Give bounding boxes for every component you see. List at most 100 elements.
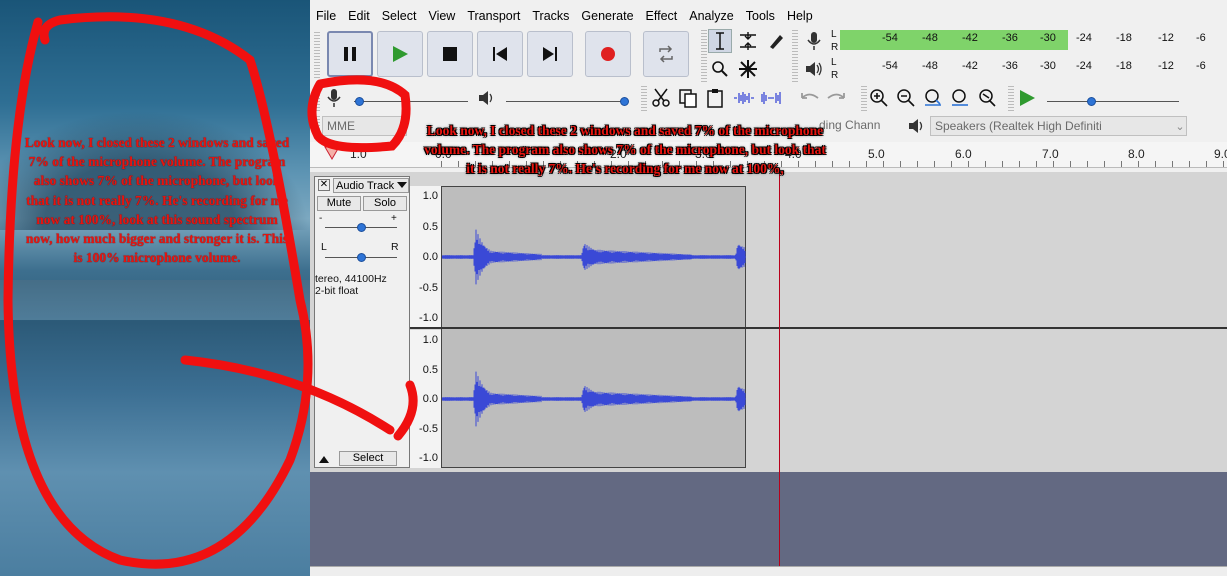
- skip-start-button[interactable]: [477, 31, 523, 77]
- scale-label: -0.5: [419, 422, 438, 435]
- play-button[interactable]: [377, 31, 423, 77]
- speaker-volume-slider-track[interactable]: [506, 101, 626, 102]
- vertical-scale-left-channel[interactable]: 1.0 0.5 0.0 -0.5 -1.0: [410, 186, 442, 328]
- playback-cursor-line[interactable]: [779, 172, 780, 566]
- record-meter-mic-icon[interactable]: [802, 29, 826, 53]
- toolbar-grip[interactable]: [314, 32, 320, 80]
- menu-tools[interactable]: Tools: [740, 6, 781, 28]
- ruler-tick: [1053, 161, 1054, 167]
- pan-right-label: R: [391, 241, 399, 253]
- vertical-scale-right-channel[interactable]: 1.0 0.5 0.0 -0.5 -1.0: [410, 330, 442, 468]
- record-meter-left-label: L: [831, 29, 837, 40]
- meter-tick-label: -54: [882, 60, 898, 72]
- skip-end-button[interactable]: [527, 31, 573, 77]
- device-grip[interactable]: [314, 116, 320, 138]
- copy-icon[interactable]: [676, 86, 700, 110]
- speaker-volume-slider-thumb[interactable]: [620, 97, 629, 106]
- selection-tool-icon[interactable]: [708, 29, 732, 53]
- playback-device-select[interactable]: Speakers (Realtek High Definiti: [930, 116, 1187, 136]
- playback-speed-slider-track[interactable]: [1047, 101, 1179, 102]
- paste-icon[interactable]: [703, 86, 727, 110]
- mixer-grip[interactable]: [314, 86, 320, 112]
- ruler-tick: [1070, 161, 1071, 167]
- scale-label: 1.0: [422, 334, 438, 346]
- empty-track-space[interactable]: [310, 472, 1227, 566]
- menu-help[interactable]: Help: [781, 6, 819, 28]
- undo-icon[interactable]: [798, 86, 822, 110]
- stop-icon: [443, 47, 457, 61]
- loop-icon: [659, 45, 673, 63]
- tools-grip[interactable]: [701, 30, 707, 82]
- ruler-tick: [1155, 161, 1156, 167]
- playback-meter[interactable]: -54 -48 -42 -36 -30 -24 -18 -12 -6: [840, 55, 1227, 79]
- audio-host-select[interactable]: MME: [322, 116, 407, 136]
- play-at-speed-icon[interactable]: [1015, 86, 1039, 110]
- waveform-left-channel[interactable]: [442, 187, 746, 327]
- pause-button[interactable]: [327, 31, 373, 77]
- envelope-tool-icon[interactable]: [736, 29, 760, 53]
- trim-audio-icon[interactable]: [732, 86, 756, 110]
- ruler-tick: [1087, 161, 1088, 167]
- ruler-tick: [1104, 161, 1105, 167]
- scale-label: 0.5: [422, 363, 438, 376]
- menu-transport[interactable]: Transport: [461, 6, 526, 28]
- ruler-label: 9.0: [1214, 147, 1227, 161]
- stop-button[interactable]: [427, 31, 473, 77]
- loop-button[interactable]: [643, 31, 689, 77]
- menu-edit[interactable]: Edit: [342, 6, 376, 28]
- ruler-tick: [849, 161, 850, 167]
- center-annotation-text: Look now, I closed these 2 windows and s…: [424, 123, 826, 176]
- menu-effect[interactable]: Effect: [640, 6, 684, 28]
- ruler-tick: [1206, 161, 1207, 167]
- gain-slider-thumb[interactable]: [357, 223, 366, 232]
- pan-left-label: L: [321, 241, 327, 253]
- menu-select[interactable]: Select: [376, 6, 423, 28]
- pan-slider-thumb[interactable]: [357, 253, 366, 262]
- playback-speed-slider-thumb[interactable]: [1087, 97, 1096, 106]
- meter-tick-label: -6: [1196, 60, 1206, 72]
- record-button[interactable]: [585, 31, 631, 77]
- fit-project-icon[interactable]: [948, 86, 972, 110]
- track-close-button[interactable]: ✕: [318, 179, 330, 191]
- ruler-label: 8.0: [1128, 147, 1145, 161]
- cut-icon[interactable]: [649, 86, 673, 110]
- timeline-play-head-icon: [324, 146, 340, 160]
- menu-tracks[interactable]: Tracks: [526, 6, 575, 28]
- menu-generate[interactable]: Generate: [575, 6, 639, 28]
- draw-tool-icon[interactable]: [764, 29, 788, 53]
- mic-volume-slider-track[interactable]: [354, 101, 468, 102]
- solo-button[interactable]: Solo: [363, 196, 407, 211]
- meter-tick-label: -36: [1002, 32, 1018, 44]
- play-meter-left-label: L: [831, 57, 837, 68]
- track-select-button[interactable]: Select: [339, 451, 397, 466]
- record-meter[interactable]: -54 -48 -42 -36 -30 -24 -18 -12 -6: [840, 27, 1227, 51]
- mic-volume-slider-thumb[interactable]: [355, 97, 364, 106]
- menu-view[interactable]: View: [422, 6, 461, 28]
- redo-icon[interactable]: [824, 86, 848, 110]
- collapse-track-icon[interactable]: [319, 455, 329, 463]
- play-icon: [393, 46, 408, 62]
- edit-grip[interactable]: [641, 86, 647, 112]
- zoom-out-icon[interactable]: [894, 86, 918, 110]
- mute-button[interactable]: Mute: [317, 196, 361, 211]
- scale-label: -1.0: [419, 452, 438, 464]
- left-annotation-text: Look now, I closed these 2 windows and s…: [24, 135, 290, 266]
- chevron-down-icon: ⌄: [1175, 120, 1185, 133]
- meter-tick-label: -18: [1116, 60, 1132, 72]
- play-at-speed-grip[interactable]: [1008, 86, 1014, 112]
- scale-label: -1.0: [419, 312, 438, 324]
- zoom-tool-icon[interactable]: [708, 57, 732, 81]
- zoom-in-icon[interactable]: [867, 86, 891, 110]
- meter-tick-label: -24: [1076, 32, 1092, 44]
- multi-tool-icon[interactable]: [736, 57, 760, 81]
- fit-selection-icon[interactable]: [921, 86, 945, 110]
- playback-device-speaker-icon: [905, 114, 929, 138]
- menu-file[interactable]: File: [310, 6, 342, 28]
- playback-meter-speaker-icon[interactable]: [802, 57, 826, 81]
- meter-tick-label: -36: [1002, 60, 1018, 72]
- silence-audio-icon[interactable]: [759, 86, 783, 110]
- zoom-toggle-icon[interactable]: [975, 86, 999, 110]
- meter-grip[interactable]: [792, 30, 798, 82]
- menu-analyze[interactable]: Analyze: [683, 6, 739, 28]
- waveform-right-channel[interactable]: [442, 330, 746, 468]
